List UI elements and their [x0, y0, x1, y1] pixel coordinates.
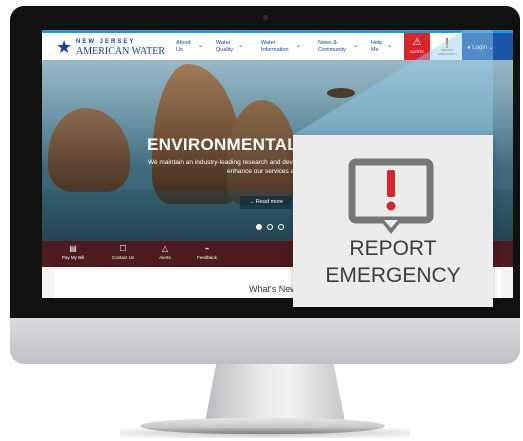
quick-link-label: Pay My Bill — [61, 255, 85, 260]
chevron-down-icon: ⌄ — [353, 43, 359, 49]
report-emergency-callout: REPORT EMERGENCY — [293, 135, 493, 307]
exclamation-speech-bubble-icon — [348, 158, 434, 234]
nav-item-water-quality[interactable]: Water Quality ⌄ — [216, 40, 250, 53]
read-more-label: Read more — [255, 199, 284, 205]
nav-item-water-information[interactable]: Water Information ⌄ — [261, 40, 301, 53]
carousel-dot[interactable] — [278, 224, 284, 230]
chevron-down-icon: ⌄ — [488, 45, 494, 51]
nav-item-label: News & Community — [318, 40, 346, 53]
camera-icon — [263, 15, 268, 20]
logo-state-text: NEW JERSEY — [76, 39, 136, 45]
megaphone-icon: ⌁ — [204, 244, 210, 253]
nav-item-label: Water Information — [261, 40, 289, 53]
bill-icon: ▤ — [69, 244, 77, 253]
login-label: Login — [472, 45, 487, 51]
report-emergency-button[interactable]: ❗ REPORT EMERGENCY — [431, 33, 463, 63]
monitor-chin — [10, 318, 520, 364]
hero-image-rock — [327, 88, 355, 98]
monitor-stand-neck — [205, 364, 345, 422]
nav-item-help-me[interactable]: Help Me ⌄ — [371, 40, 405, 53]
nav-item-label: Water Quality — [216, 40, 234, 53]
site-logo[interactable]: ★ NEW JERSEY AMERICAN WATER — [56, 37, 166, 59]
quick-link-pay-my-bill[interactable]: ▤ Pay My Bill — [48, 241, 98, 267]
read-more-button[interactable]: → Read more — [240, 196, 292, 209]
hero-image-rock — [48, 108, 130, 192]
nav-item-label: Help Me — [371, 40, 383, 53]
chevron-down-icon: ⌄ — [387, 43, 393, 49]
whats-new-heading: What's New — [249, 284, 297, 294]
quick-link-label: Feedback — [197, 255, 217, 260]
quick-link-feedback[interactable]: ⌁ Feedback — [182, 241, 232, 267]
carousel-dot[interactable] — [267, 224, 273, 230]
chevron-down-icon: ⌄ — [238, 43, 244, 49]
alerts-button[interactable]: ⚠ ALERTS — [404, 33, 430, 63]
nav-item-label: About Us — [176, 40, 191, 53]
arrow-right-icon: → — [248, 199, 255, 205]
nav-item-news-community[interactable]: News & Community ⌄ — [318, 40, 358, 53]
monitor-shadow — [120, 428, 410, 438]
alerts-label: ALERTS — [410, 50, 424, 54]
carousel-dots — [256, 217, 289, 235]
callout-label: REPORT EMERGENCY — [325, 237, 461, 287]
star-logo-icon: ★ — [56, 37, 73, 57]
report-emergency-label: REPORT EMERGENCY — [437, 48, 458, 56]
logo-company-text: AMERICAN WATER — [76, 46, 165, 57]
chevron-down-icon: ⌄ — [198, 43, 204, 49]
login-button[interactable]: ● Login ⌄ — [462, 33, 513, 63]
nav-item-about-us[interactable]: About Us ⌄ — [176, 40, 210, 53]
chevron-down-icon: ⌄ — [296, 43, 302, 49]
carousel-dot[interactable] — [256, 224, 262, 230]
top-navigation: ★ NEW JERSEY AMERICAN WATER About Us ⌄ W… — [42, 30, 513, 63]
warning-icon: ⚠ — [412, 37, 422, 48]
user-icon: ● — [467, 45, 471, 51]
